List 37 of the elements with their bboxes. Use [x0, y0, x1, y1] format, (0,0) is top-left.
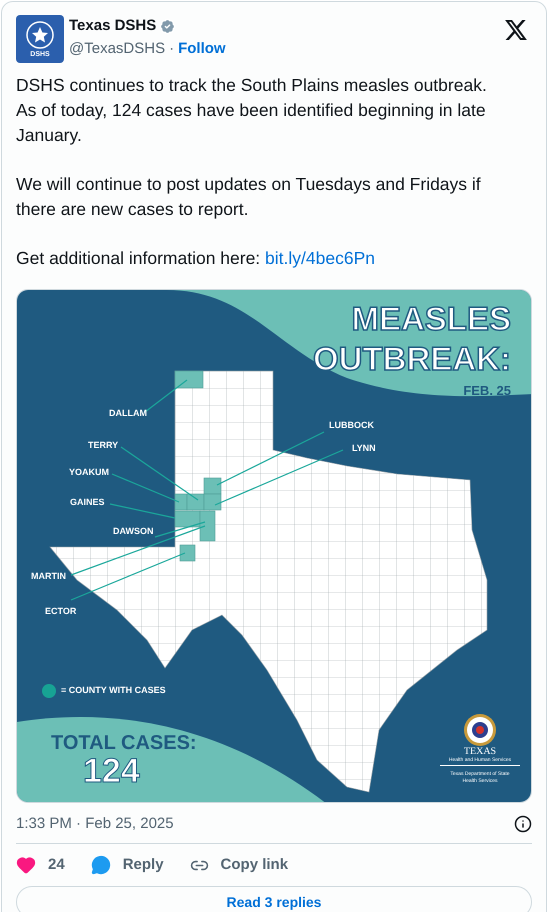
heart-icon: [16, 855, 36, 875]
link[interactable]: bit.ly/4bec6Pn: [265, 248, 375, 268]
separator-dot: ·: [169, 38, 174, 58]
total-cases-label: TOTAL CASES:: [51, 731, 197, 756]
logo-name: TEXAS: [462, 747, 498, 757]
county-label: YOAKUM: [69, 466, 109, 479]
author-name: Texas DSHS: [69, 16, 156, 36]
county-label: LYNN: [352, 442, 376, 455]
copy-button[interactable]: Copy link: [190, 854, 288, 876]
county-label: ECTOR: [45, 605, 76, 618]
like-button[interactable]: 24: [16, 854, 65, 876]
speech-bubble-icon: [90, 855, 111, 875]
reply-button[interactable]: Reply: [90, 854, 164, 876]
x-logo-icon: [505, 20, 527, 40]
county-label: MARTIN: [31, 570, 66, 583]
infographic-title: OUTBREAK:: [313, 342, 511, 375]
county-label: LUBBOCK: [329, 419, 374, 432]
infographic-date: FEB. 25: [463, 382, 511, 400]
author-handle: @TexasDSHS: [69, 38, 166, 58]
tweet-text: DSHS continues to track the South Plains measles outbreak. As of today, 124 cases have been identified beginning in late January.: [16, 74, 488, 147]
county-label: GAINES: [70, 496, 105, 509]
total-cases-value: 124: [83, 754, 140, 788]
county-label: DAWSON: [113, 525, 154, 538]
legend-label: = COUNTY WITH CASES: [61, 684, 166, 697]
county-label: DALLAM: [109, 407, 147, 420]
read-replies-button[interactable]: Read 3 replies: [16, 886, 532, 912]
leader-line: [144, 380, 188, 412]
tweet-text: Get additional information here: bit.ly/4bec6Pn: [16, 247, 376, 270]
follow-link[interactable]: Follow: [178, 38, 226, 60]
info-icon[interactable]: [514, 815, 532, 833]
infographic-title: MEASLES: [351, 302, 511, 335]
seal-icon: [464, 714, 496, 746]
seal-icon: [26, 20, 54, 48]
county-label: TERRY: [88, 439, 118, 452]
legend-dot-icon: [42, 684, 56, 698]
timestamp[interactable]: 1:33 PM · Feb 25, 2025: [16, 812, 174, 836]
tweet-text: We will continue to post updates on Tuesdays and Fridays if there are new cases to report.: [16, 173, 482, 221]
